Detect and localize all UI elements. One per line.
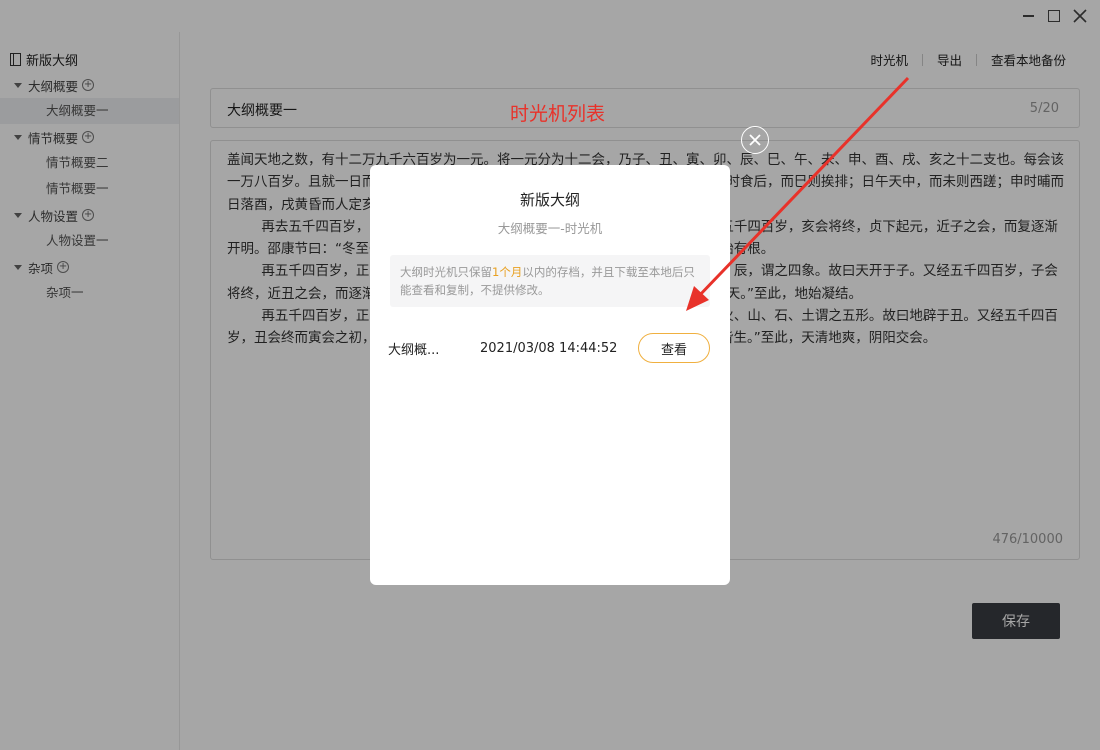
backup-name: 大纲概... (388, 342, 440, 358)
dialog-notice: 大纲时光机只保留1个月以内的存档，并且下载至本地后只能查看和复制，不提供修改。 (390, 255, 710, 307)
backup-row: 大纲概... 2021/03/08 14:44:52 查看 (388, 333, 710, 363)
notice-highlight: 1个月 (492, 265, 523, 279)
dialog-title: 新版大纲 (519, 191, 580, 209)
notice-prefix: 大纲时光机只保留 (400, 265, 492, 279)
close-circle-icon[interactable] (741, 126, 769, 154)
backup-time: 2021/03/08 14:44:52 (480, 340, 618, 356)
time-machine-dialog: 新版大纲 大纲概要一-时光机 大纲时光机只保留1个月以内的存档，并且下载至本地后… (370, 165, 730, 585)
annotation-label: 时光机列表 (510, 103, 606, 125)
view-backup-button[interactable]: 查看 (638, 333, 710, 363)
dialog-subtitle: 大纲概要一-时光机 (497, 221, 603, 236)
